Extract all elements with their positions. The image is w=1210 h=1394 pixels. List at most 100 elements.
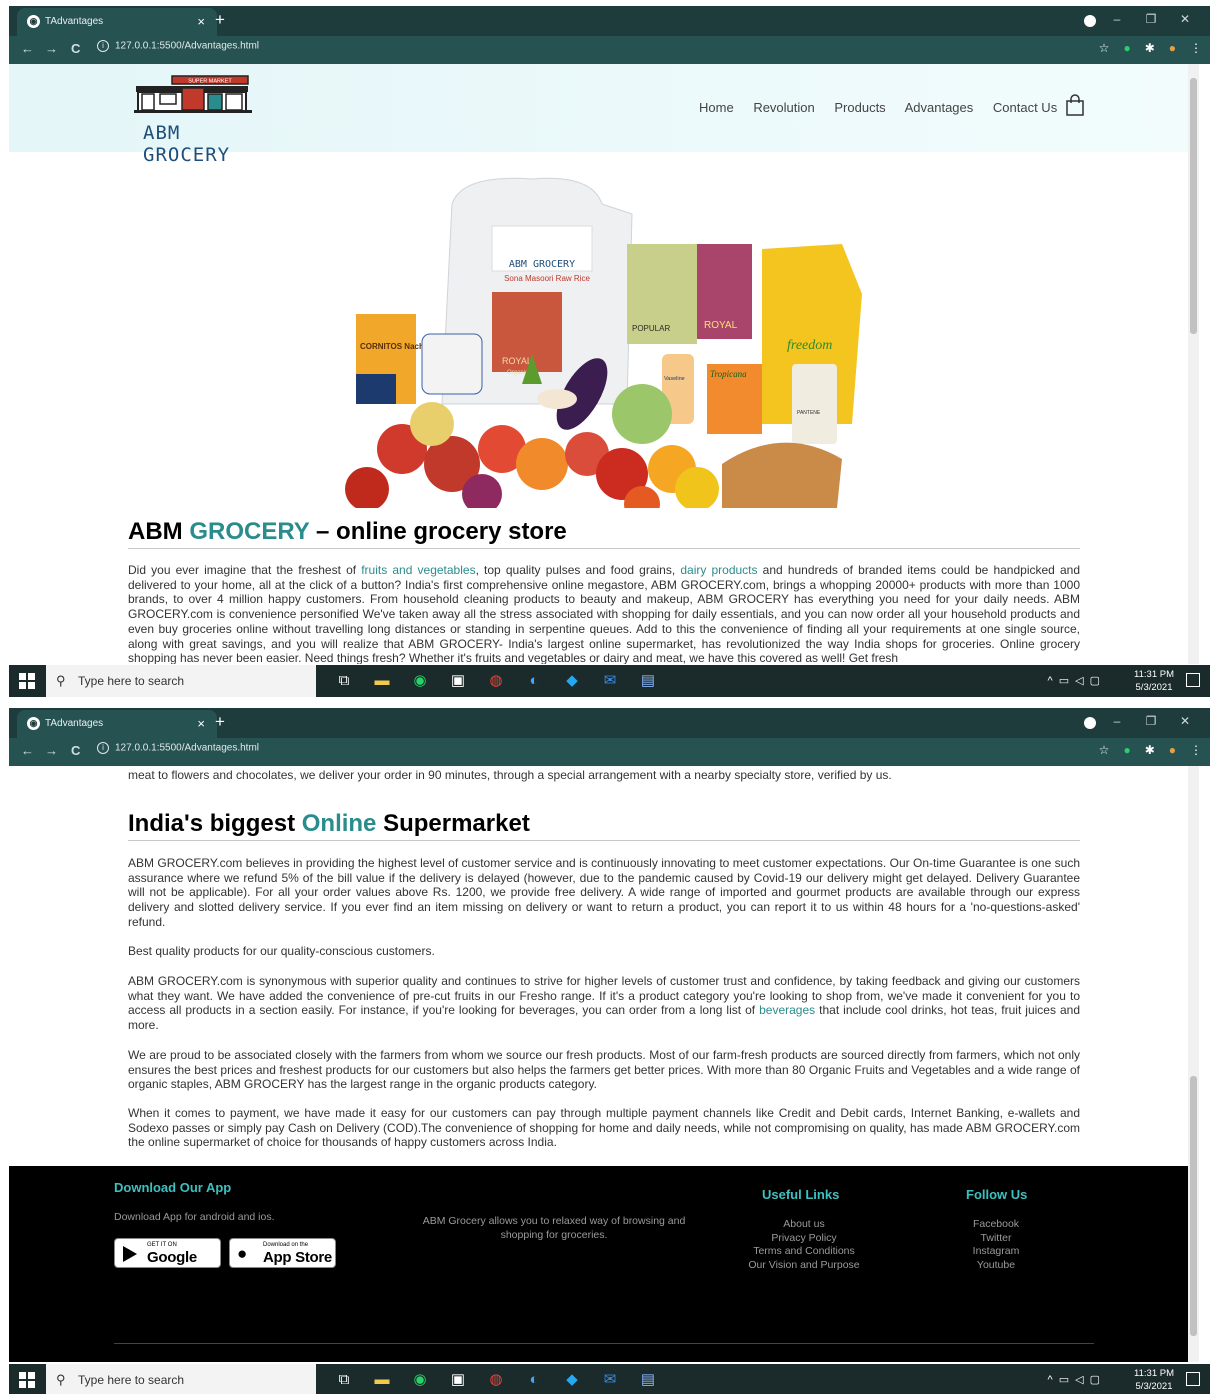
store-icon[interactable]: ▣ — [439, 1370, 477, 1388]
clock-date: 5/3/2021 — [1135, 1381, 1173, 1392]
notification-icon[interactable] — [1186, 1372, 1200, 1386]
address-bar[interactable]: i 127.0.0.1:5500/Advantages.html — [97, 40, 1097, 60]
close-window-button[interactable]: ✕ — [1168, 714, 1202, 728]
nav-contact-us[interactable]: Contact Us — [993, 100, 1057, 115]
taskbar-clock[interactable]: 11:31 PM 5/3/2021 — [1134, 668, 1174, 694]
mail-icon[interactable]: ✉ — [591, 671, 629, 689]
chevron-up-icon[interactable]: ^ — [1048, 675, 1053, 687]
display-icon[interactable]: ▢ — [1090, 675, 1100, 687]
system-tray: ^ ▭ ◁ ▢ — [1042, 674, 1100, 687]
taskbar-apps: ⧉ ▬ ◉ ▣ ◍ ◐ ◆ ✉ ▤ — [325, 1370, 667, 1388]
minimize-button[interactable]: – — [1100, 12, 1134, 26]
app-store-button[interactable]: ● Download on the App Store — [229, 1238, 336, 1268]
profile-icon[interactable] — [1084, 15, 1096, 27]
avatar[interactable]: ● — [1169, 743, 1176, 757]
link-twitter[interactable]: Twitter — [936, 1232, 1056, 1246]
back-button[interactable]: ← — [21, 41, 34, 56]
vscode-icon[interactable]: ◆ — [553, 1370, 591, 1388]
forward-button[interactable]: → — [45, 743, 58, 758]
store-icon[interactable]: ▣ — [439, 671, 477, 689]
link-terms[interactable]: Terms and Conditions — [709, 1245, 899, 1259]
logo[interactable]: SUPER MARKET ABM GROCERY — [134, 74, 254, 166]
edge-icon[interactable]: ◐ — [515, 672, 553, 689]
notepad-icon[interactable]: ▤ — [629, 1370, 667, 1388]
network-icon[interactable]: ▭ — [1059, 675, 1069, 687]
new-tab-button[interactable]: + — [215, 712, 225, 732]
link-vision[interactable]: Our Vision and Purpose — [709, 1259, 899, 1273]
forward-button[interactable]: → — [45, 41, 58, 56]
star-icon[interactable]: ☆ — [1099, 41, 1110, 55]
tab-close-button[interactable]: × — [197, 14, 205, 29]
close-window-button[interactable]: ✕ — [1168, 12, 1202, 26]
hero-popular: POPULAR — [632, 324, 670, 333]
reload-button[interactable]: C — [71, 41, 80, 56]
network-icon[interactable]: ▭ — [1059, 1374, 1069, 1386]
beverages-link[interactable]: beverages — [759, 1003, 815, 1017]
link-facebook[interactable]: Facebook — [936, 1218, 1056, 1232]
play-store-icon — [123, 1246, 137, 1262]
file-explorer-icon[interactable]: ▬ — [363, 1371, 401, 1388]
whatsapp-icon[interactable]: ◉ — [401, 1370, 439, 1388]
back-button[interactable]: ← — [21, 743, 34, 758]
profile-icon[interactable] — [1084, 717, 1096, 729]
new-tab-button[interactable]: + — [215, 10, 225, 30]
info-icon[interactable]: i — [97, 742, 109, 754]
shield-extension-icon[interactable]: ● — [1123, 41, 1130, 55]
edge-icon[interactable]: ◐ — [515, 1371, 553, 1388]
minimize-button[interactable]: – — [1100, 714, 1134, 728]
taskbar-clock[interactable]: 11:31 PM 5/3/2021 — [1134, 1367, 1174, 1393]
link-youtube[interactable]: Youtube — [936, 1259, 1056, 1273]
taskbar-search-input[interactable]: ⚲ Type here to search — [46, 665, 316, 697]
scrollbar[interactable] — [1188, 766, 1199, 1362]
nav-advantages[interactable]: Advantages — [905, 100, 974, 115]
tab-title: TAdvantages — [45, 16, 104, 27]
link-about-us[interactable]: About us — [709, 1218, 899, 1232]
scrollbar-thumb[interactable] — [1190, 1076, 1197, 1336]
nav-products[interactable]: Products — [834, 100, 885, 115]
notepad-icon[interactable]: ▤ — [629, 671, 667, 689]
nav-home[interactable]: Home — [699, 100, 734, 115]
logo-sign-text: SUPER MARKET — [188, 79, 232, 85]
avatar[interactable]: ● — [1169, 41, 1176, 55]
dairy-products-link[interactable]: dairy products — [680, 563, 757, 577]
google-play-button[interactable]: GET IT ON Google Play — [114, 1238, 221, 1283]
nav-revolution[interactable]: Revolution — [753, 100, 814, 115]
link-instagram[interactable]: Instagram — [936, 1245, 1056, 1259]
browser-tab[interactable]: ◉ TAdvantages × — [17, 710, 217, 738]
maximize-button[interactable]: ❐ — [1134, 714, 1168, 728]
menu-icon[interactable]: ⋮ — [1190, 41, 1202, 55]
shield-extension-icon[interactable]: ● — [1123, 743, 1130, 757]
chrome-icon[interactable]: ◍ — [477, 671, 515, 689]
chrome-icon[interactable]: ◍ — [477, 1370, 515, 1388]
link-privacy-policy[interactable]: Privacy Policy — [709, 1232, 899, 1246]
menu-icon[interactable]: ⋮ — [1190, 743, 1202, 757]
puzzle-icon[interactable]: ✱ — [1145, 41, 1155, 55]
address-bar[interactable]: i 127.0.0.1:5500/Advantages.html — [97, 742, 1097, 762]
browser-tab[interactable]: ◉ TAdvantages × — [17, 8, 217, 36]
file-explorer-icon[interactable]: ▬ — [363, 672, 401, 689]
display-icon[interactable]: ▢ — [1090, 1374, 1100, 1386]
whatsapp-icon[interactable]: ◉ — [401, 671, 439, 689]
mail-icon[interactable]: ✉ — [591, 1370, 629, 1388]
windows-start-icon[interactable] — [19, 673, 35, 689]
chevron-up-icon[interactable]: ^ — [1048, 1374, 1053, 1386]
tab-close-button[interactable]: × — [197, 716, 205, 731]
reload-button[interactable]: C — [71, 743, 80, 758]
speaker-icon[interactable]: ◁ — [1075, 675, 1083, 687]
task-view-icon[interactable]: ⧉ — [325, 672, 363, 689]
info-icon[interactable]: i — [97, 40, 109, 52]
star-icon[interactable]: ☆ — [1099, 743, 1110, 757]
notification-icon[interactable] — [1186, 673, 1200, 687]
speaker-icon[interactable]: ◁ — [1075, 1374, 1083, 1386]
scrollbar-thumb[interactable] — [1190, 78, 1197, 334]
windows-start-icon[interactable] — [19, 1372, 35, 1388]
task-view-icon[interactable]: ⧉ — [325, 1371, 363, 1388]
maximize-button[interactable]: ❐ — [1134, 12, 1168, 26]
taskbar-search-input[interactable]: ⚲ Type here to search — [46, 1364, 316, 1394]
fruits-and-vegetables-link[interactable]: fruits and vegetables — [361, 563, 475, 577]
shopping-bag-icon[interactable] — [1066, 94, 1084, 116]
vscode-icon[interactable]: ◆ — [553, 671, 591, 689]
apple-icon: ● — [237, 1244, 248, 1263]
puzzle-icon[interactable]: ✱ — [1145, 743, 1155, 757]
scrollbar[interactable] — [1188, 64, 1199, 664]
